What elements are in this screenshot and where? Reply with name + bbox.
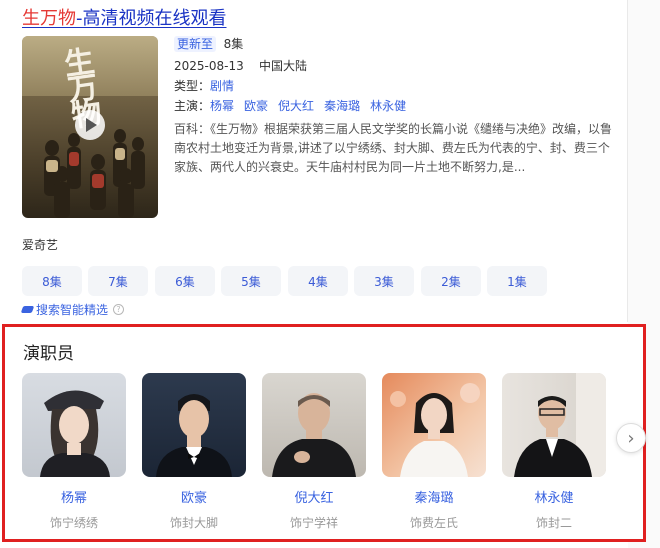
source-site[interactable]: 爱奇艺 bbox=[22, 236, 58, 253]
actor-card[interactable]: 林永健 饰封二 bbox=[502, 373, 606, 531]
episode-button[interactable]: 3集 bbox=[354, 266, 414, 296]
smart-pick-text: 搜索智能精选 bbox=[36, 303, 109, 317]
actor-name: 林永健 bbox=[534, 491, 574, 506]
episode-button[interactable]: 2集 bbox=[421, 266, 481, 296]
actor-card[interactable]: 杨幂 饰宁绣绣 bbox=[22, 373, 126, 531]
episode-button[interactable]: 1集 bbox=[487, 266, 547, 296]
actor-role: 饰封二 bbox=[535, 516, 572, 530]
actor-photo bbox=[22, 373, 126, 477]
release-info: 2025-08-13 中国大陆 bbox=[174, 58, 307, 74]
actor-name: 秦海璐 bbox=[414, 491, 454, 506]
genre-row: 类型：剧情 bbox=[174, 78, 234, 94]
actor-role: 饰宁绣绣 bbox=[49, 516, 98, 530]
cast-section-title: 演职员 bbox=[23, 344, 74, 364]
actor-role: 饰费左氏 bbox=[409, 516, 458, 530]
actor-name: 杨幂 bbox=[60, 491, 87, 506]
actor-photo bbox=[382, 373, 486, 477]
episode-count: 8集 bbox=[223, 37, 244, 51]
actor-portrait bbox=[390, 383, 480, 477]
update-info: 更新至 8集 bbox=[174, 36, 243, 52]
actor-portrait bbox=[40, 390, 110, 477]
actor-photo bbox=[262, 373, 366, 477]
cast-link[interactable]: 林永健 bbox=[370, 99, 406, 113]
region: 中国大陆 bbox=[259, 59, 308, 73]
cast-label: 主演： bbox=[174, 99, 211, 113]
chevron-right-icon[interactable]: › bbox=[616, 423, 646, 453]
actor-photo bbox=[502, 373, 606, 477]
release-date: 2025-08-13 bbox=[174, 59, 244, 73]
episode-button[interactable]: 8集 bbox=[22, 266, 82, 296]
episode-button[interactable]: 4集 bbox=[288, 266, 348, 296]
encyclopedia-summary: 百科：《生万物》根据荣获第三届人民文学奖的长篇小说《缱绻与决绝》改编，以鲁南农村… bbox=[174, 120, 614, 177]
actor-portrait bbox=[156, 394, 232, 477]
episode-button[interactable]: 7集 bbox=[88, 266, 148, 296]
info-icon[interactable]: ? bbox=[113, 304, 125, 315]
title-highlight: 生万物 bbox=[22, 8, 76, 29]
cast-link[interactable]: 倪大红 bbox=[278, 99, 314, 113]
play-icon[interactable] bbox=[75, 110, 105, 140]
actor-portrait bbox=[514, 373, 606, 477]
actor-portrait bbox=[272, 393, 356, 477]
cast-link[interactable]: 欧豪 bbox=[244, 99, 268, 113]
actor-name: 倪大红 bbox=[294, 491, 334, 506]
cast-section: 演职员 杨幂 饰宁绣绣 欧豪 饰封大脚 倪大红 饰宁学祥 秦海璐 饰费左氏 林永… bbox=[2, 324, 646, 542]
actor-name: 欧豪 bbox=[180, 491, 207, 506]
bk-label: 百科： bbox=[174, 122, 211, 136]
ai-gem-icon bbox=[20, 306, 35, 313]
smart-pick-label: 搜索智能精选? bbox=[20, 301, 125, 318]
genre-label: 类型： bbox=[174, 79, 211, 93]
poster-thumbnail[interactable]: 生万物 bbox=[22, 36, 158, 218]
actor-card[interactable]: 倪大红 饰宁学祥 bbox=[262, 373, 366, 531]
episode-button[interactable]: 6集 bbox=[155, 266, 215, 296]
title-rest: -高清视频在线观看 bbox=[76, 8, 227, 29]
cast-link[interactable]: 秦海璐 bbox=[324, 99, 360, 113]
actor-card[interactable]: 秦海璐 饰费左氏 bbox=[382, 373, 486, 531]
cast-link[interactable]: 杨幂 bbox=[210, 99, 234, 113]
episode-list: 8集 7集 6集 5集 4集 3集 2集 1集 bbox=[22, 266, 608, 296]
actor-card[interactable]: 欧豪 饰封大脚 bbox=[142, 373, 246, 531]
episode-button[interactable]: 5集 bbox=[221, 266, 281, 296]
actor-role: 饰宁学祥 bbox=[289, 516, 338, 530]
result-title-link[interactable]: 生万物-高清视频在线观看 bbox=[22, 6, 227, 32]
actor-photo bbox=[142, 373, 246, 477]
update-badge: 更新至 bbox=[174, 36, 217, 52]
actor-role: 饰封大脚 bbox=[169, 516, 218, 530]
genre-link[interactable]: 剧情 bbox=[210, 79, 234, 93]
cast-row: 主演：杨幂 欧豪 倪大红 秦海璐 林永健 bbox=[174, 98, 416, 114]
bk-text: 《生万物》根据荣获第三届人民文学奖的长篇小说《缱绻与决绝》改编，以鲁南农村土地变… bbox=[174, 122, 613, 174]
